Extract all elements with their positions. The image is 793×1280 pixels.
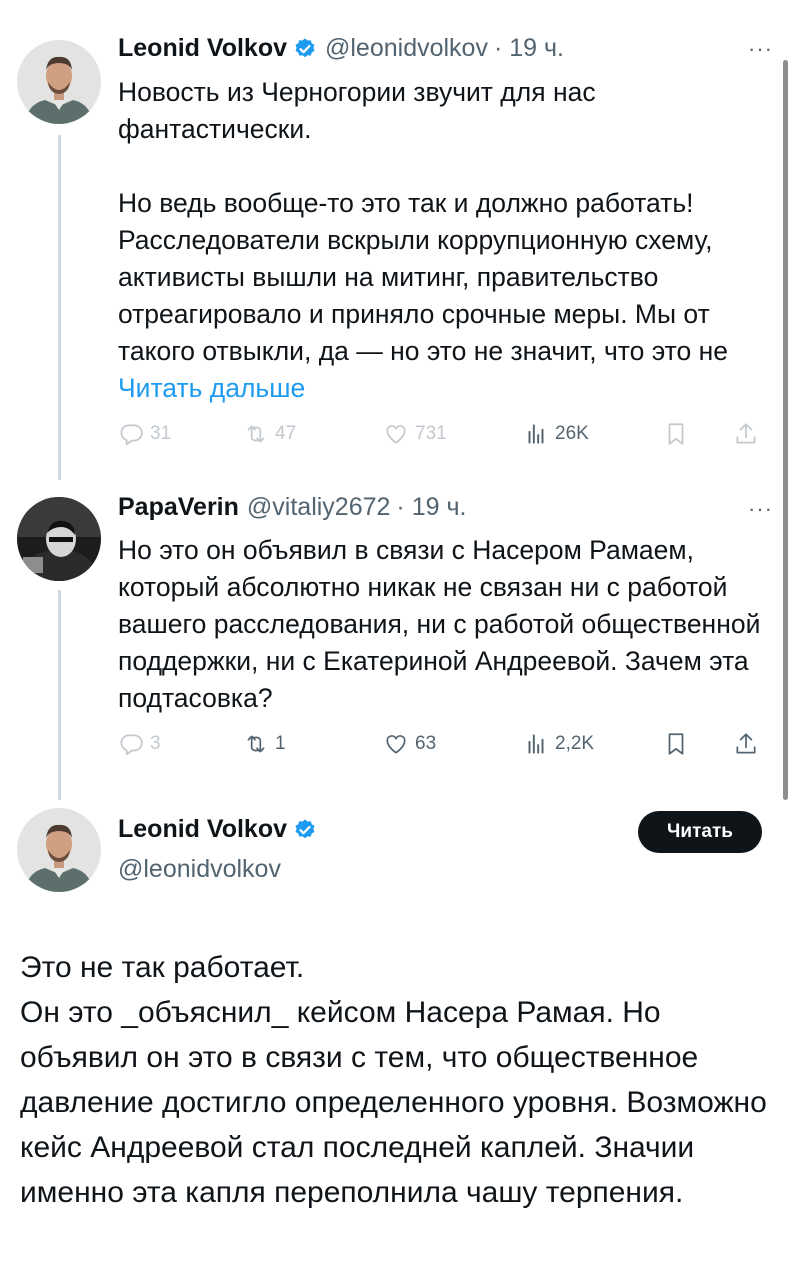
- author-handle[interactable]: @vitaliy2672: [247, 493, 391, 522]
- tweet-header: PapaVerin @vitaliy2672 · 19 ч.: [118, 493, 466, 522]
- bookmark-icon: [668, 733, 684, 755]
- bookmark-button[interactable]: [663, 731, 733, 757]
- more-icon[interactable]: ···: [748, 496, 773, 522]
- repost-icon: [247, 735, 265, 753]
- author-name[interactable]: Leonid Volkov: [118, 815, 287, 844]
- reply-button[interactable]: 3: [118, 731, 243, 757]
- bookmark-button[interactable]: [663, 421, 733, 447]
- reply-icon: [120, 734, 143, 756]
- avatar[interactable]: [17, 40, 101, 124]
- scrollbar[interactable]: [783, 60, 788, 800]
- tweet-header: Leonid Volkov @leonidvolkov · 19 ч.: [118, 34, 564, 63]
- like-count: 731: [415, 423, 447, 444]
- main-author: Leonid Volkov: [118, 815, 317, 844]
- tweet-actions: 3 1 63 2,2K: [118, 731, 778, 757]
- tweet-time[interactable]: · 19 ч.: [396, 493, 466, 522]
- reply-count: 31: [150, 423, 172, 444]
- views-button[interactable]: 2,2K: [523, 731, 663, 757]
- repost-icon: [247, 425, 265, 443]
- tweet-actions: 31 47 731 26K: [118, 421, 778, 447]
- reply-button[interactable]: 31: [118, 421, 243, 447]
- share-button[interactable]: [733, 421, 759, 447]
- follow-button[interactable]: Читать: [638, 811, 762, 853]
- tweet-text: Новость из Черногории звучит для нас фан…: [118, 74, 778, 407]
- main-handle-row: @leonidvolkov: [118, 855, 281, 884]
- thread-line: [58, 590, 61, 800]
- repost-button[interactable]: 1: [243, 731, 383, 757]
- views-button[interactable]: 26K: [523, 421, 663, 447]
- reply-icon: [120, 424, 143, 446]
- tweet-paragraph-text: Но ведь вообще-то это так и должно работ…: [118, 188, 728, 366]
- like-icon: [386, 735, 406, 754]
- like-count: 63: [415, 733, 437, 754]
- author-handle[interactable]: @leonidvolkov: [118, 855, 281, 884]
- like-button[interactable]: 731: [383, 421, 523, 447]
- thread-line: [58, 135, 61, 480]
- repost-count: 1: [275, 733, 286, 754]
- more-icon[interactable]: ···: [748, 36, 773, 62]
- read-more-link[interactable]: Читать дальше: [118, 373, 305, 403]
- like-button[interactable]: 63: [383, 731, 523, 757]
- avatar[interactable]: [17, 497, 101, 581]
- verified-icon: [293, 37, 317, 61]
- views-count: 26K: [555, 423, 589, 444]
- share-button[interactable]: [733, 731, 759, 757]
- views-icon: [528, 424, 544, 444]
- tweet-paragraph: Но ведь вообще-то это так и должно работ…: [118, 185, 778, 407]
- reply-count: 3: [150, 733, 161, 754]
- main-tweet-text: Это не так работает. Он это _объяснил_ к…: [20, 945, 780, 1215]
- author-handle[interactable]: @leonidvolkov: [325, 34, 488, 63]
- tweet-paragraph: Но это он объявил в связи с Насером Рама…: [118, 535, 761, 713]
- main-tweet-line: Он это _объяснил_ кейсом Насера Рамая. Н…: [20, 996, 767, 1209]
- verified-icon: [293, 818, 317, 842]
- repost-count: 47: [275, 423, 297, 444]
- tweet-paragraph: Новость из Черногории звучит для нас фан…: [118, 77, 596, 144]
- views-count: 2,2K: [555, 733, 595, 754]
- bookmark-icon: [668, 423, 684, 445]
- tweet-text: Но это он объявил в связи с Насером Рама…: [118, 532, 778, 717]
- repost-button[interactable]: 47: [243, 421, 383, 447]
- author-name[interactable]: PapaVerin: [118, 493, 239, 522]
- avatar[interactable]: [17, 808, 101, 892]
- share-icon: [736, 423, 756, 444]
- tweet-time[interactable]: · 19 ч.: [494, 34, 564, 63]
- author-name[interactable]: Leonid Volkov: [118, 34, 287, 63]
- like-icon: [386, 425, 406, 444]
- views-icon: [528, 734, 544, 754]
- main-tweet-line: Это не так работает.: [20, 951, 305, 984]
- share-icon: [736, 733, 756, 754]
